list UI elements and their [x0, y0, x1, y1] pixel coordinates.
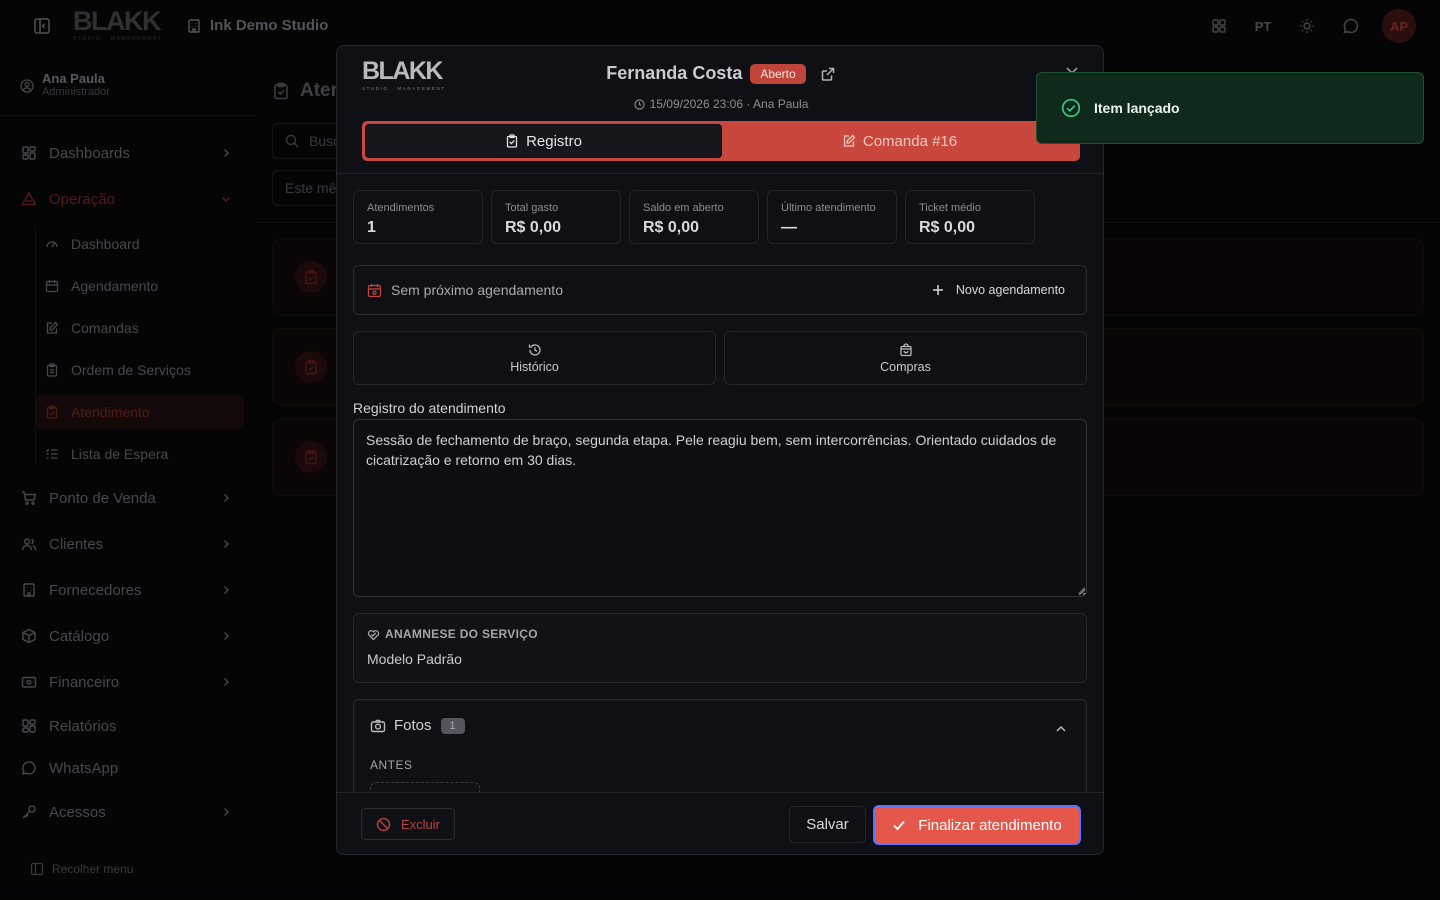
attendance-modal: BLAKK STUDIO · MANAGEMENT Fernanda Costa… [336, 45, 1104, 855]
stat-label: Último atendimento [781, 202, 876, 214]
check-circle-icon [1061, 98, 1081, 118]
finish-attendance-label: Finalizar atendimento [918, 816, 1062, 834]
stat-value: R$ 0,00 [643, 219, 700, 236]
client-stats: Atendimentos 1 Total gasto R$ 0,00 Saldo… [353, 190, 1035, 244]
external-link-icon[interactable] [820, 66, 836, 82]
new-appointment-label: Novo agendamento [955, 283, 1065, 297]
before-label: ANTES [370, 758, 413, 772]
delete-button[interactable]: Excluir [361, 808, 455, 840]
toast-message: Item lançado [1094, 100, 1180, 116]
stat-card: Último atendimento — [767, 190, 897, 244]
stat-card: Ticket médio R$ 0,00 [905, 190, 1035, 244]
modal-tabs: Registro Comanda #16 [362, 121, 1080, 161]
stat-value: R$ 0,00 [919, 219, 976, 236]
tab-registro[interactable]: Registro [365, 124, 722, 158]
stat-label: Ticket médio [919, 202, 981, 214]
plus-icon [932, 284, 944, 296]
tab-comanda[interactable]: Comanda #16 [722, 124, 1077, 158]
next-appointment-text: Sem próximo agendamento [391, 282, 563, 298]
photo-upload-slot[interactable] [370, 782, 480, 792]
history-icon [528, 343, 542, 357]
stat-value: R$ 0,00 [505, 219, 562, 236]
check-icon [892, 818, 906, 832]
camera-icon [370, 718, 386, 734]
save-button[interactable]: Salvar [789, 806, 866, 843]
photos-label: Fotos [394, 717, 432, 734]
status-badge: Aberto [750, 63, 806, 84]
modal-brand-subtitle: STUDIO · MANAGEMENT [362, 86, 446, 91]
anamnese-panel[interactable]: ANAMNESE DO SERVIÇO Modelo Padrão [353, 613, 1087, 683]
anamnese-title-text: ANAMNESE DO SERVIÇO [385, 627, 538, 641]
purchases-button[interactable]: Compras [724, 331, 1087, 385]
photos-header[interactable]: Fotos 1 [370, 717, 465, 734]
stat-label: Saldo em aberto [643, 202, 724, 214]
calendar-icon [367, 283, 382, 298]
stat-label: Total gasto [505, 202, 559, 214]
success-toast[interactable]: Item lançado [1036, 72, 1424, 144]
modal-meta-text: 15/09/2026 23:06 · Ana Paula [649, 97, 809, 111]
stat-label: Atendimentos [367, 202, 435, 214]
anamnese-template: Modelo Padrão [367, 651, 462, 667]
clock-icon [633, 98, 645, 110]
resize-grip-icon[interactable] [1078, 587, 1085, 594]
edit-icon [842, 134, 856, 148]
shopping-bag-icon [899, 342, 913, 357]
tab-label: Comanda #16 [862, 132, 958, 150]
clipboard-check-icon [505, 134, 519, 148]
modal-meta: 15/09/2026 23:06 · Ana Paula [337, 97, 1103, 111]
tab-label: Registro [526, 132, 582, 150]
stat-card: Atendimentos 1 [353, 190, 483, 244]
stat-value: 1 [367, 219, 376, 236]
history-purchases-row: Histórico Compras [353, 331, 1087, 385]
heart-check-icon [367, 628, 380, 641]
notes-textarea[interactable]: Sessão de fechamento de braço, segunda e… [353, 419, 1087, 597]
photos-section: Fotos 1 ANTES [353, 699, 1087, 792]
anamnese-title: ANAMNESE DO SERVIÇO [367, 627, 1073, 641]
history-button[interactable]: Histórico [353, 331, 716, 385]
chevron-up-icon[interactable] [1054, 722, 1068, 736]
stat-card: Total gasto R$ 0,00 [491, 190, 621, 244]
purchases-label: Compras [880, 359, 931, 374]
delete-label: Excluir [400, 816, 440, 832]
next-appointment-panel: Sem próximo agendamento Novo agendamento [353, 265, 1087, 315]
ban-icon [376, 817, 391, 832]
client-name: Fernanda Costa [606, 63, 743, 83]
stat-card: Saldo em aberto R$ 0,00 [629, 190, 759, 244]
photos-count-badge: 1 [440, 717, 465, 734]
finish-attendance-button[interactable]: Finalizar atendimento [873, 805, 1081, 845]
modal-footer: Excluir Salvar Finalizar atendimento [337, 792, 1103, 854]
notes-label: Registro do atendimento [353, 400, 506, 416]
modal-tabs-divider [337, 173, 1103, 174]
stat-value: — [781, 219, 797, 236]
modal-body[interactable]: Atendimentos 1 Total gasto R$ 0,00 Saldo… [353, 190, 1089, 792]
new-appointment-button[interactable]: Novo agendamento [924, 283, 1073, 297]
modal-header: Fernanda Costa Aberto [337, 63, 1103, 84]
history-label: Histórico [510, 359, 559, 374]
